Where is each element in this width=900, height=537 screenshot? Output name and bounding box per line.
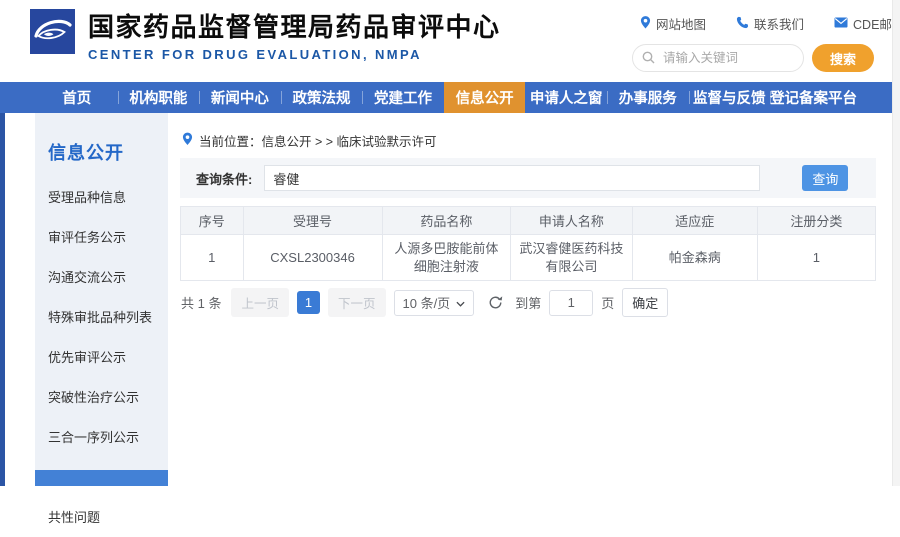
sidebar-item-accepted-products[interactable]: 受理品种信息 [35,177,168,217]
cell-acceptance-no: CXSL2300346 [243,235,382,281]
cell-seq: 1 [181,235,244,281]
mail-icon [834,17,848,31]
nav-item-information-disclosure[interactable]: 信息公开 [444,82,526,113]
cell-applicant: 武汉睿健医药科技有限公司 [511,235,633,281]
contact-link-label: 联系我们 [754,14,804,33]
col-header-seq: 序号 [181,207,244,235]
confirm-button[interactable]: 确定 [622,288,668,317]
table-row: 1 CXSL2300346 人源多巴胺能前体细胞注射液 武汉睿健医药科技有限公司… [181,235,876,281]
query-condition-label: 查询条件: [196,169,252,188]
site-title-block: 国家药品监督管理局药品审评中心 CENTER FOR DRUG EVALUATI… [88,7,501,62]
phone-icon [736,16,749,32]
nav-item-home[interactable]: 首页 [36,82,118,113]
site-title: 国家药品监督管理局药品审评中心 [88,7,501,44]
location-pin-icon [182,132,193,149]
col-header-drug-name: 药品名称 [382,207,511,235]
search-icon [642,51,655,69]
sitemap-link-label: 网站地图 [656,14,706,33]
col-header-applicant: 申请人名称 [511,207,633,235]
nav-item-news[interactable]: 新闻中心 [199,82,281,113]
search-box [632,44,804,72]
sidebar-item-special-approval-list[interactable]: 特殊审批品种列表 [35,297,168,337]
scrollbar[interactable] [892,0,900,486]
nav-right-pad [857,82,893,113]
main-nav: 首页 机构职能 新闻中心 政策法规 党建工作 信息公开 申请人之窗 办事服务 监… [0,82,893,113]
pagination: 共 1 条 上一页 1 下一页 10 条/页 到第 页 确定 [181,288,668,317]
header-quick-links: 网站地图 联系我们 CDE邮箱 [640,14,900,33]
query-condition-input[interactable] [264,165,760,191]
col-header-registration-class: 注册分类 [757,207,875,235]
goto-page-input[interactable] [549,290,593,316]
sidebar-title: 信息公开 [35,113,168,177]
sidebar: 信息公开 受理品种信息 审评任务公示 沟通交流公示 特殊审批品种列表 优先审评公… [35,113,168,486]
query-button[interactable]: 查询 [802,165,848,191]
goto-page-label: 到第 [515,293,541,312]
keyword-search-input[interactable] [632,44,804,72]
total-count-label: 共 1 条 [181,293,221,312]
nav-left-pad [0,82,36,113]
sidebar-item-breakthrough-therapy[interactable]: 突破性治疗公示 [35,377,168,417]
left-accent-strip [0,113,5,486]
sidebar-item-three-in-one-sequence[interactable]: 三合一序列公示 [35,417,168,457]
col-header-acceptance-no: 受理号 [243,207,382,235]
sidebar-item-common-issues[interactable]: 共性问题 [35,497,168,537]
col-header-indication: 适应症 [632,207,757,235]
nav-item-functions[interactable]: 机构职能 [118,82,200,113]
nav-item-policies[interactable]: 政策法规 [281,82,363,113]
page-size-select[interactable]: 10 条/页 [394,290,475,316]
results-table: 序号 受理号 药品名称 申请人名称 适应症 注册分类 1 CXSL2300346… [180,206,876,281]
nav-item-registration-platform[interactable]: 登记备案平台 [770,82,857,113]
header-search-area: 搜索 [632,44,874,72]
sidebar-item-selected-bar[interactable] [35,470,168,486]
cde-logo-icon [30,9,75,54]
site-header: 国家药品监督管理局药品审评中心 CENTER FOR DRUG EVALUATI… [0,0,893,82]
breadcrumb-text: 当前位置：信息公开 > > 临床试验默示许可 [199,131,437,150]
table-header-row: 序号 受理号 药品名称 申请人名称 适应症 注册分类 [181,207,876,235]
nav-item-services[interactable]: 办事服务 [607,82,689,113]
page-size-value: 10 条/页 [403,293,451,312]
query-panel: 查询条件: 查询 [180,158,876,198]
map-pin-icon [640,16,651,32]
page-number-button[interactable]: 1 [297,291,320,314]
sidebar-item-communication[interactable]: 沟通交流公示 [35,257,168,297]
cell-indication: 帕金森病 [632,235,757,281]
sidebar-item-priority-review[interactable]: 优先审评公示 [35,337,168,377]
site-subtitle: CENTER FOR DRUG EVALUATION, NMPA [88,47,501,62]
search-button[interactable]: 搜索 [812,44,874,72]
cell-registration-class: 1 [757,235,875,281]
cell-drug-name: 人源多巴胺能前体细胞注射液 [382,235,511,281]
breadcrumb: 当前位置：信息公开 > > 临床试验默示许可 [182,131,437,150]
nav-item-applicant-window[interactable]: 申请人之窗 [525,82,607,113]
sidebar-item-review-tasks[interactable]: 审评任务公示 [35,217,168,257]
next-page-button[interactable]: 下一页 [328,288,386,317]
goto-page-unit: 页 [601,293,614,312]
nav-item-party-building[interactable]: 党建工作 [362,82,444,113]
sitemap-link[interactable]: 网站地图 [640,14,706,33]
cde-mailbox-link[interactable]: CDE邮箱 [834,14,900,33]
refresh-icon[interactable] [488,295,503,310]
nav-item-supervision-feedback[interactable]: 监督与反馈 [689,82,771,113]
prev-page-button[interactable]: 上一页 [231,288,289,317]
contact-link[interactable]: 联系我们 [736,14,804,33]
chevron-down-icon [456,295,465,310]
